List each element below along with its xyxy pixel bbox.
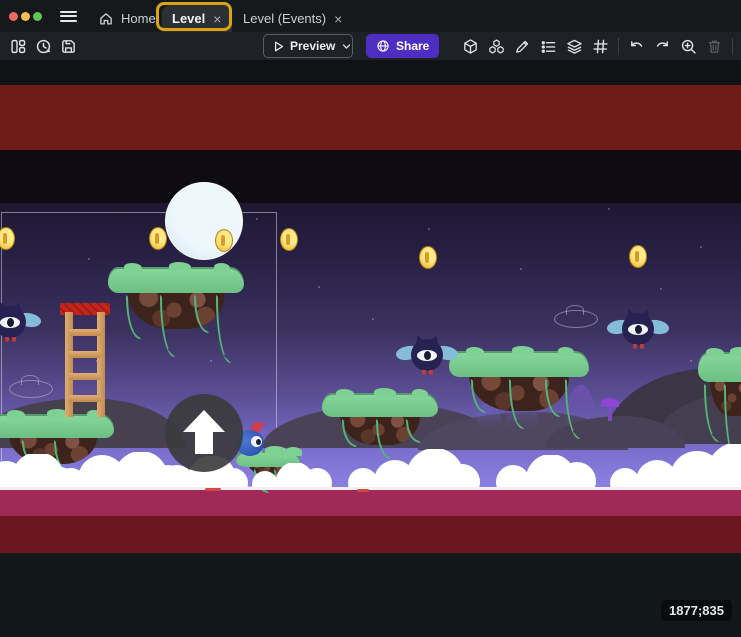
close-icon[interactable]: × [333,11,343,27]
redo-icon[interactable] [654,38,671,55]
star [318,286,320,288]
cloud [348,449,480,490]
platform-grass [322,393,438,417]
coin[interactable] [215,229,233,252]
zoom-in-icon[interactable] [680,38,697,55]
mushroom-cap [601,398,619,407]
tab-home[interactable]: Home [88,5,166,32]
layers-icon[interactable] [566,38,583,55]
window-maximize-button[interactable] [33,12,42,21]
tab-level[interactable]: Level × [162,5,232,32]
bat-enemy[interactable] [609,311,667,351]
ground-debris [205,488,221,491]
tab-home-label: Home [121,11,156,26]
top-barrier-bar[interactable] [0,85,741,150]
panel-layout-icon[interactable] [10,38,27,55]
star [608,208,610,210]
ufo-outline-decoration [554,310,598,328]
platform-grass [698,352,741,382]
vine [704,384,719,442]
star [690,360,692,362]
vine [126,295,141,339]
chevron-down-icon [341,41,352,52]
share-button[interactable]: Share [366,34,439,58]
coin[interactable] [629,245,647,268]
star [660,288,662,290]
bat-enemy[interactable] [398,337,456,377]
edit-pencil-icon[interactable] [514,38,531,55]
instances-list-icon[interactable] [540,38,557,55]
menu-icon[interactable] [60,11,77,22]
jump-arrow-button[interactable] [165,394,243,472]
star [700,246,702,248]
toolbar: Preview Share [0,32,741,60]
divider [618,38,619,55]
window-minimize-button[interactable] [21,12,30,21]
coin[interactable] [419,246,437,269]
home-icon [98,11,114,27]
ufo-outline-decoration [9,380,53,398]
app-window: Home Level × Level (Events) × [0,0,741,637]
vine [406,419,421,443]
sky-dark-zone [0,150,741,203]
window-close-button[interactable] [9,12,18,21]
play-icon [271,39,286,54]
cloud [610,444,741,490]
vine [471,379,486,413]
globe-icon [376,39,390,53]
cloud [496,455,596,490]
tab-level-label: Level [172,11,205,26]
vine [509,379,524,429]
cursor-coordinates: 1877;835 [661,600,732,621]
ladder[interactable] [63,303,107,417]
object-groups-icon[interactable] [488,38,505,55]
ground-line [0,487,741,490]
canvas-outside-area [0,553,741,637]
moon [165,182,243,260]
arrow-up-icon [165,394,243,472]
preview-button[interactable]: Preview [263,34,353,58]
vine [342,419,357,447]
divider [732,38,733,55]
history-icon[interactable] [35,38,52,55]
delete-icon[interactable] [706,38,723,55]
platform-grass [449,351,589,377]
mushroom-stem [608,405,612,421]
undo-icon[interactable] [628,38,645,55]
star [520,268,522,270]
objects-cube-icon[interactable] [462,38,479,55]
platform-grass [108,267,244,293]
close-icon[interactable]: × [212,11,222,27]
tab-events-label: Level (Events) [243,11,326,26]
preview-label: Preview [288,39,341,53]
star [372,318,374,320]
cloud [252,463,332,490]
preview-dropdown-button[interactable] [341,35,352,57]
save-icon[interactable] [60,38,77,55]
tab-level-events[interactable]: Level (Events) × [233,5,353,32]
vine [565,379,580,439]
vine [545,379,560,417]
star [428,228,430,230]
ground-debris [357,489,369,492]
share-label: Share [396,39,429,53]
titlebar: Home Level × Level (Events) × [0,0,741,32]
coin[interactable] [280,228,298,251]
vine [216,295,231,363]
grid-icon[interactable] [592,38,609,55]
platform-grass [0,414,114,438]
bat-enemy[interactable] [0,304,39,344]
vine [160,295,175,357]
scene-editor-canvas[interactable]: 1877;835 [0,60,741,637]
coin[interactable] [149,227,167,250]
